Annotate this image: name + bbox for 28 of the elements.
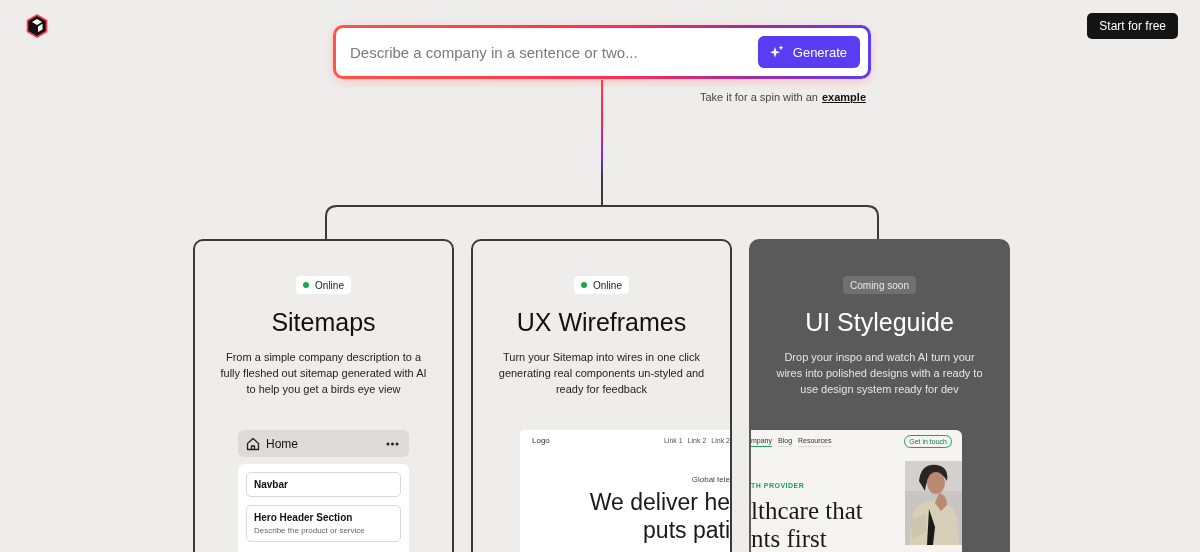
card-description: Drop your inspo and watch AI turn your wires into polished designs with a ready to use design system ready for dev [775,350,984,397]
headline-text: puts pati [643,516,730,544]
online-dot-icon [303,282,310,288]
start-button[interactable]: Start for free [1087,13,1178,39]
status-badge: Coming soon [843,276,916,294]
eyebrow-text: Global tele [691,475,730,484]
logo-text: Logo [532,436,550,445]
online-dot-icon [581,282,588,288]
status-badge: Online [574,276,629,294]
example-link[interactable]: example [821,91,866,103]
headline-text: We deliver he [589,488,730,516]
card-description: From a simple company description to a fully fleshed out sitemap generated with AI to help you get a birds eye view [219,350,428,397]
generate-button[interactable]: Generate [757,36,860,68]
section-item[interactable]: Navbar [246,472,401,497]
cube-logo-icon[interactable] [26,14,48,38]
card-title: UX Wireframes [516,308,687,337]
page-header[interactable]: Home [238,430,409,457]
section-item[interactable]: Hero Header Section Describe the product or service [246,505,401,542]
status-badge: Online [296,276,351,294]
headline-text: nts first [751,525,828,552]
more-icon[interactable] [386,441,399,446]
card-title: Sitemaps [271,308,376,337]
home-icon [246,436,260,451]
hint-text: Take it for a spin with an [699,91,818,103]
card-title: UI Styleguide [805,308,954,337]
headline-text: lthcare that [751,497,864,525]
card-description: Turn your Sitemap into wires in one click generating real components un-styled and ready for feedback [497,350,706,397]
prompt-field[interactable]: Describe a company in a sentence or two... Generate [333,25,871,79]
